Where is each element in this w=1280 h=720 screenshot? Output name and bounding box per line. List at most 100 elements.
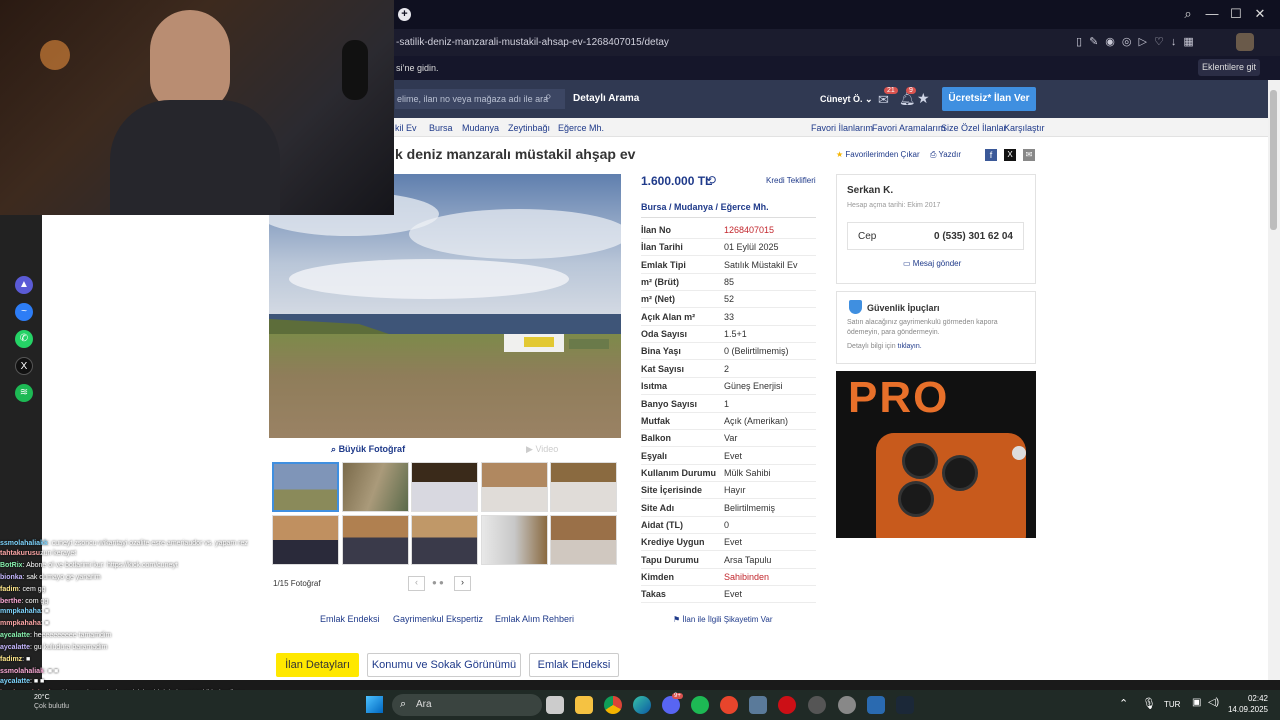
breadcrumb-item[interactable]: Mudanya	[462, 123, 499, 133]
credit-offers-link[interactable]: Kredi Teklifleri	[766, 176, 816, 185]
breadcrumb-item[interactable]: Bursa	[429, 123, 453, 133]
scrollbar-thumb[interactable]	[1270, 90, 1277, 230]
play-icon[interactable]: ▷	[1139, 36, 1154, 48]
search-input[interactable]: elime, ilan no veya mağaza adı ile ara	[395, 89, 565, 109]
next-photo-button[interactable]: ›	[454, 576, 471, 591]
footer-link[interactable]: Emlak Alım Rehberi	[495, 614, 574, 624]
tab-property-index[interactable]: Emlak Endeksi	[529, 653, 619, 677]
minimize-button[interactable]: —	[1202, 6, 1222, 24]
location-neighborhood[interactable]: Eğerce Mh.	[721, 202, 769, 212]
breadcrumb-item[interactable]: Zeytinbağı	[508, 123, 550, 133]
tab-listing-details[interactable]: İlan Detayları	[276, 653, 359, 677]
language-indicator[interactable]: TUR	[1164, 700, 1180, 709]
chrome-icon[interactable]	[604, 696, 622, 714]
extensions-button[interactable]: Eklentilere git	[1198, 59, 1260, 76]
steam-icon[interactable]	[896, 696, 914, 714]
photo-thumbnail[interactable]	[550, 515, 617, 565]
detailed-search-link[interactable]: Detaylı Arama	[573, 93, 639, 104]
new-tab-button[interactable]: +	[398, 8, 411, 21]
photo-thumbnail[interactable]	[411, 462, 478, 512]
file-explorer-icon[interactable]	[575, 696, 593, 714]
photo-thumbnail[interactable]	[481, 515, 548, 565]
special-listings-link[interactable]: Size Özel İlanlar	[941, 123, 1007, 133]
star-icon[interactable]: ★	[917, 90, 930, 107]
photo-thumbnail[interactable]	[342, 462, 409, 512]
detail-row: Balkon Var	[641, 430, 816, 447]
edit-icon[interactable]: ✎	[1089, 36, 1105, 48]
search-icon[interactable]: ⌕	[545, 89, 552, 104]
search-tabs-icon[interactable]: ⌕	[1178, 6, 1198, 24]
app-icon[interactable]	[867, 696, 885, 714]
photo-thumbnail[interactable]	[342, 515, 409, 565]
camera-lens	[902, 443, 938, 479]
edge-icon[interactable]	[633, 696, 651, 714]
breadcrumb-item[interactable]: Eğerce Mh.	[558, 123, 604, 133]
location-district[interactable]: Mudanya	[674, 202, 713, 212]
x-share-icon[interactable]: X	[1004, 149, 1016, 161]
facebook-share-icon[interactable]: f	[985, 149, 997, 161]
weather-temp[interactable]: 20°C	[34, 694, 50, 701]
chevron-up-icon[interactable]: ⌃	[1119, 697, 1128, 710]
footer-link[interactable]: Emlak Endeksi	[320, 614, 380, 624]
volume-icon[interactable]: ◁)	[1208, 697, 1219, 708]
complaint-link[interactable]: ⚑ İlan ile İlgili Şikayetim Var	[673, 615, 773, 624]
post-ad-button[interactable]: Ücretsiz* İlan Ver	[942, 87, 1036, 111]
safety-more-link[interactable]: tıklayın.	[898, 343, 922, 350]
detail-value: Var	[724, 433, 738, 443]
weather-text[interactable]: Çok bulutlu	[34, 703, 69, 710]
send-message-link[interactable]: ▭ Mesaj gönder	[903, 259, 961, 268]
compare-link[interactable]: Karşılaştır	[1004, 123, 1045, 133]
location-city[interactable]: Bursa	[641, 202, 667, 212]
chat-text: : ■	[40, 608, 49, 615]
mic-icon[interactable]: 🎙︎	[1142, 697, 1156, 710]
chat-text: : heeeeeeeeee tamamdim	[29, 632, 112, 639]
photo-thumbnail[interactable]	[550, 462, 617, 512]
maximize-button[interactable]: ☐	[1226, 6, 1246, 24]
app-icon[interactable]	[720, 696, 738, 714]
translate-icon[interactable]: ◎	[1122, 36, 1139, 48]
footer-link[interactable]: Gayrimenkul Ekspertiz	[393, 614, 483, 624]
history-icon[interactable]: ⟲	[706, 173, 716, 187]
wifi-icon[interactable]: ▣	[1192, 697, 1201, 708]
detail-row: Kimden Sahibinden	[641, 569, 816, 586]
reader-icon[interactable]: ▯	[1076, 36, 1089, 48]
email-share-icon[interactable]: ✉	[1023, 149, 1035, 161]
user-menu[interactable]: Cüneyt Ö. ⌄	[820, 94, 873, 105]
photo-dots: ● ●	[432, 578, 444, 587]
extensions-icon[interactable]: ▦	[1183, 36, 1200, 48]
phone-number[interactable]: 0 (535) 301 62 04	[934, 231, 1013, 242]
photo-thumbnail[interactable]	[272, 462, 339, 512]
close-window-button[interactable]: ✕	[1250, 6, 1270, 24]
settings-icon[interactable]	[838, 696, 856, 714]
ad-banner[interactable]: PRO	[836, 371, 1036, 538]
url-field[interactable]: -satilik-deniz-manzarali-mustakil-ahsap-…	[396, 37, 669, 48]
favorite-searches-link[interactable]: Favori Aramalarım	[872, 123, 946, 133]
start-button[interactable]	[366, 696, 383, 713]
camera-icon[interactable]: ◉	[1105, 36, 1122, 48]
profile-avatar[interactable]	[1236, 33, 1254, 51]
print-link[interactable]: ⎙ Yazdır	[930, 150, 961, 160]
photo-thumbnail[interactable]	[272, 515, 339, 565]
spotify-icon[interactable]	[691, 696, 709, 714]
app-icon[interactable]	[749, 696, 767, 714]
photo-thumbnail[interactable]	[481, 462, 548, 512]
tab-location[interactable]: Konumu ve Sokak Görünümü	[367, 653, 521, 677]
heart-icon[interactable]: ♡	[1154, 36, 1171, 48]
chat-text: : ■ ■	[29, 678, 45, 685]
download-icon[interactable]: ↓	[1171, 36, 1184, 48]
prev-photo-button[interactable]: ‹	[408, 576, 425, 591]
seller-name[interactable]: Serkan K.	[847, 185, 893, 196]
taskbar-search[interactable]: ⌕ Ara	[392, 694, 542, 716]
task-view-icon[interactable]	[546, 696, 564, 714]
breadcrumb-item[interactable]: kil Ev	[395, 123, 417, 133]
favorite-remove-link[interactable]: ★ Favorilerimden Çıkar	[836, 150, 920, 159]
seller-since: Hesap açma tarihi: Ekim 2017	[847, 202, 941, 209]
big-photo-link[interactable]: ⌕ Büyük Fotoğraf	[331, 444, 405, 455]
messages-icon[interactable]: ✉	[878, 92, 889, 108]
app-icon[interactable]	[808, 696, 826, 714]
clock-date[interactable]: 14.09.2025	[1220, 705, 1268, 714]
photo-thumbnail[interactable]	[411, 515, 478, 565]
opera-icon[interactable]	[778, 696, 796, 714]
clock-time[interactable]: 02:42	[1232, 694, 1268, 703]
favorite-listings-link[interactable]: Favori İlanlarım	[811, 123, 873, 133]
